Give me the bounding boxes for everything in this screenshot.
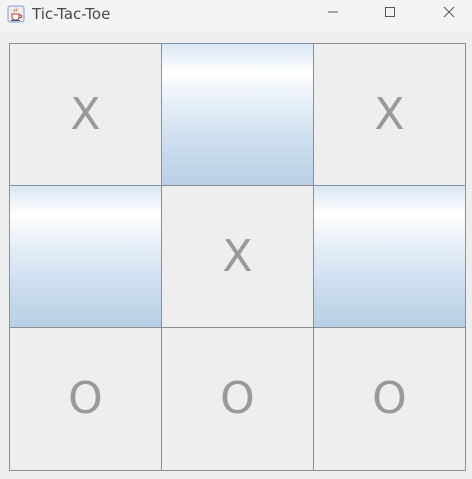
close-icon [443, 5, 455, 23]
window-title: Tic-Tac-Toe [32, 5, 111, 23]
cell-top-left[interactable]: X [9, 43, 162, 186]
cell-bottom-left[interactable]: O [9, 327, 162, 471]
cell-mark: X [70, 88, 101, 140]
cell-middle-right[interactable] [313, 185, 466, 328]
cell-top-center[interactable] [161, 43, 314, 186]
minimize-icon [327, 5, 339, 23]
cell-mark: X [374, 88, 405, 140]
cell-mark: O [68, 373, 103, 424]
java-cup-icon [7, 5, 25, 23]
cell-mark: O [220, 373, 255, 424]
cell-mark: O [372, 373, 407, 424]
close-button[interactable] [426, 0, 472, 28]
game-board: X X X O O O [9, 43, 466, 471]
cell-bottom-center[interactable]: O [161, 327, 314, 471]
cell-mark: X [222, 230, 253, 282]
cell-middle-left[interactable] [9, 185, 162, 328]
maximize-button[interactable] [367, 0, 413, 28]
title-bar[interactable]: Tic-Tac-Toe [0, 0, 472, 32]
cell-center[interactable]: X [161, 185, 314, 328]
tic-tac-toe-window: Tic-Tac-Toe X X X O O O [0, 0, 472, 479]
maximize-icon [384, 5, 396, 23]
cell-bottom-right[interactable]: O [313, 327, 466, 471]
minimize-button[interactable] [310, 0, 356, 28]
cell-top-right[interactable]: X [313, 43, 466, 186]
